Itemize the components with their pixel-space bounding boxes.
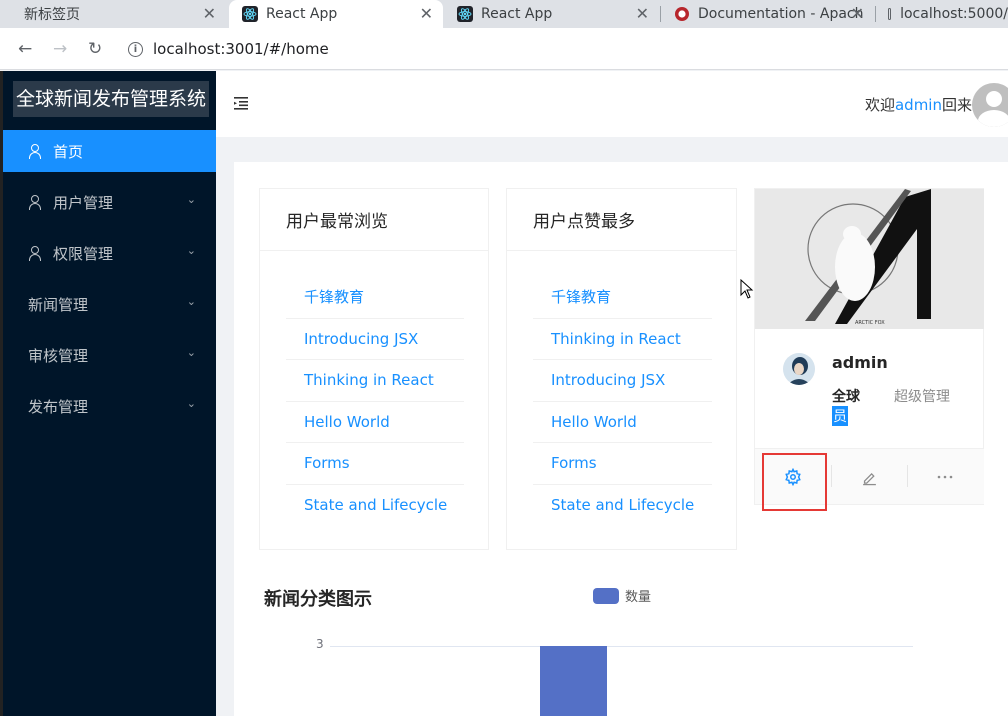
sidebar-item-audit-manage[interactable]: 审核管理 ⌄ — [3, 334, 216, 376]
list-item-link[interactable]: State and Lifecycle — [286, 485, 464, 527]
sidebar-item-label: 发布管理 — [28, 397, 89, 416]
list-item-link[interactable]: Thinking in React — [533, 319, 712, 361]
avatar[interactable] — [972, 83, 1008, 127]
tab-react-app[interactable]: React App ✕ — [445, 0, 659, 28]
sidebar-item-publish-manage[interactable]: 发布管理 ⌄ — [3, 385, 216, 427]
tab-title: localhost:5000/ — [900, 6, 1008, 22]
card-most-viewed: 用户最常浏览 千锋教育 Introducing JSX Thinking in … — [259, 188, 489, 550]
user-icon — [28, 246, 42, 261]
address-bar: ← → ↻ i localhost:3001/#/home — [0, 28, 1008, 70]
forward-icon[interactable]: → — [53, 39, 67, 59]
tab-new-tab[interactable]: 新标签页 ✕ — [0, 0, 226, 28]
url-field[interactable]: i localhost:3001/#/home — [128, 38, 329, 60]
mouse-cursor-icon — [740, 279, 754, 299]
profile-name: admin — [832, 353, 888, 372]
close-icon[interactable]: ✕ — [203, 4, 216, 23]
most-liked-list: 千锋教育 Thinking in React Introducing JSX H… — [533, 277, 712, 527]
profile-role: 超级管理 — [894, 389, 950, 405]
page-icon — [888, 8, 892, 20]
ellipsis-icon[interactable] — [907, 449, 983, 505]
chevron-down-icon: ⌄ — [186, 193, 196, 206]
y-tick-label: 3 — [316, 637, 324, 651]
url-text: localhost:3001/#/home — [153, 40, 329, 58]
top-header: 欢迎admin回来 — [216, 71, 1008, 137]
welcome-suffix: 回来 — [941, 96, 972, 114]
sidebar: 全球新闻发布管理系统 首页 用户管理 ⌄ 权限管理 ⌄ 新闻管理 ⌄ 审核管理 … — [0, 71, 216, 716]
chart-bar[interactable] — [540, 646, 607, 716]
welcome-prefix: 欢迎 — [864, 96, 895, 114]
list-item-link[interactable]: Introducing JSX — [286, 319, 464, 361]
react-icon — [457, 6, 473, 22]
sidebar-item-label: 新闻管理 — [28, 295, 89, 314]
sidebar-item-label: 权限管理 — [53, 244, 114, 263]
arctic-fox-cover: ARCTIC FOX — [755, 189, 984, 329]
tab-react-app-active[interactable]: React App ✕ — [229, 0, 443, 28]
chevron-down-icon: ⌄ — [186, 346, 196, 359]
tab-title: Documentation - Apach — [698, 6, 864, 22]
react-icon — [242, 6, 258, 22]
user-icon — [28, 144, 42, 159]
list-item-link[interactable]: Forms — [533, 443, 712, 485]
apache-docs-icon — [675, 7, 689, 21]
card-title: 用户最常浏览 — [260, 189, 488, 251]
tab-title: React App — [481, 6, 553, 22]
list-item-link[interactable]: Introducing JSX — [533, 360, 712, 402]
sidebar-item-label: 首页 — [53, 142, 84, 161]
browser-tab-bar: 新标签页 ✕ React App ✕ React App ✕ Documenta… — [0, 0, 1008, 28]
list-item-link[interactable]: Hello World — [533, 402, 712, 444]
profile-region: 全球 — [832, 389, 860, 405]
tab-documentation[interactable]: Documentation - Apach ✕ — [662, 0, 874, 28]
chevron-down-icon: ⌄ — [186, 244, 196, 257]
chart-gridline — [330, 646, 913, 647]
list-item-link[interactable]: Hello World — [286, 402, 464, 444]
legend-label: 数量 — [625, 590, 652, 605]
sidebar-item-user-manage[interactable]: 用户管理 ⌄ — [3, 181, 216, 223]
tab-divider — [875, 6, 876, 22]
list-item-link[interactable]: Thinking in React — [286, 360, 464, 402]
list-item-link[interactable]: 千锋教育 — [533, 277, 712, 319]
cover-caption: ARCTIC FOX — [855, 320, 885, 326]
close-icon[interactable]: ✕ — [420, 4, 433, 23]
sidebar-item-home[interactable]: 首页 — [3, 130, 216, 172]
chart-legend[interactable]: 数量 — [593, 586, 651, 605]
legend-swatch — [593, 587, 619, 604]
sidebar-item-news-manage[interactable]: 新闻管理 ⌄ — [3, 283, 216, 325]
list-item-link[interactable]: State and Lifecycle — [533, 485, 712, 527]
chevron-down-icon: ⌄ — [186, 397, 196, 410]
sidebar-item-label: 审核管理 — [28, 346, 89, 365]
close-icon[interactable]: ✕ — [851, 4, 864, 23]
welcome-text: 欢迎admin回来 — [865, 94, 972, 115]
menu-fold-icon[interactable] — [234, 96, 250, 110]
tab-title: React App — [266, 6, 338, 22]
card-most-liked: 用户点赞最多 千锋教育 Thinking in React Introducin… — [506, 188, 737, 550]
list-item-link[interactable]: 千锋教育 — [286, 277, 464, 319]
reload-icon[interactable]: ↻ — [88, 39, 102, 59]
profile-role-selected: 员 — [832, 406, 848, 426]
sidebar-item-label: 用户管理 — [53, 193, 114, 212]
close-icon[interactable]: ✕ — [636, 4, 649, 23]
cover-image: ARCTIC FOX — [755, 189, 984, 329]
chart-title: 新闻分类图示 — [264, 589, 372, 610]
sidebar-item-permission-manage[interactable]: 权限管理 ⌄ — [3, 232, 216, 274]
card-title: 用户点赞最多 — [507, 189, 736, 251]
most-viewed-list: 千锋教育 Introducing JSX Thinking in React H… — [286, 277, 464, 527]
list-item-link[interactable]: Forms — [286, 443, 464, 485]
profile-description: 全球 超级管理 员 — [832, 386, 972, 426]
tab-localhost-5000[interactable]: localhost:5000/ — [878, 0, 1008, 28]
user-icon — [28, 195, 42, 210]
app-logo: 全球新闻发布管理系统 — [13, 81, 209, 117]
profile-avatar — [783, 353, 815, 385]
tab-title: 新标签页 — [24, 7, 80, 23]
edit-icon[interactable] — [831, 449, 907, 505]
tab-divider — [660, 6, 661, 22]
back-icon[interactable]: ← — [18, 39, 32, 59]
annotation-highlight-box — [762, 453, 827, 511]
welcome-username: admin — [894, 96, 942, 114]
site-info-icon[interactable]: i — [128, 41, 143, 57]
chevron-down-icon: ⌄ — [186, 295, 196, 308]
